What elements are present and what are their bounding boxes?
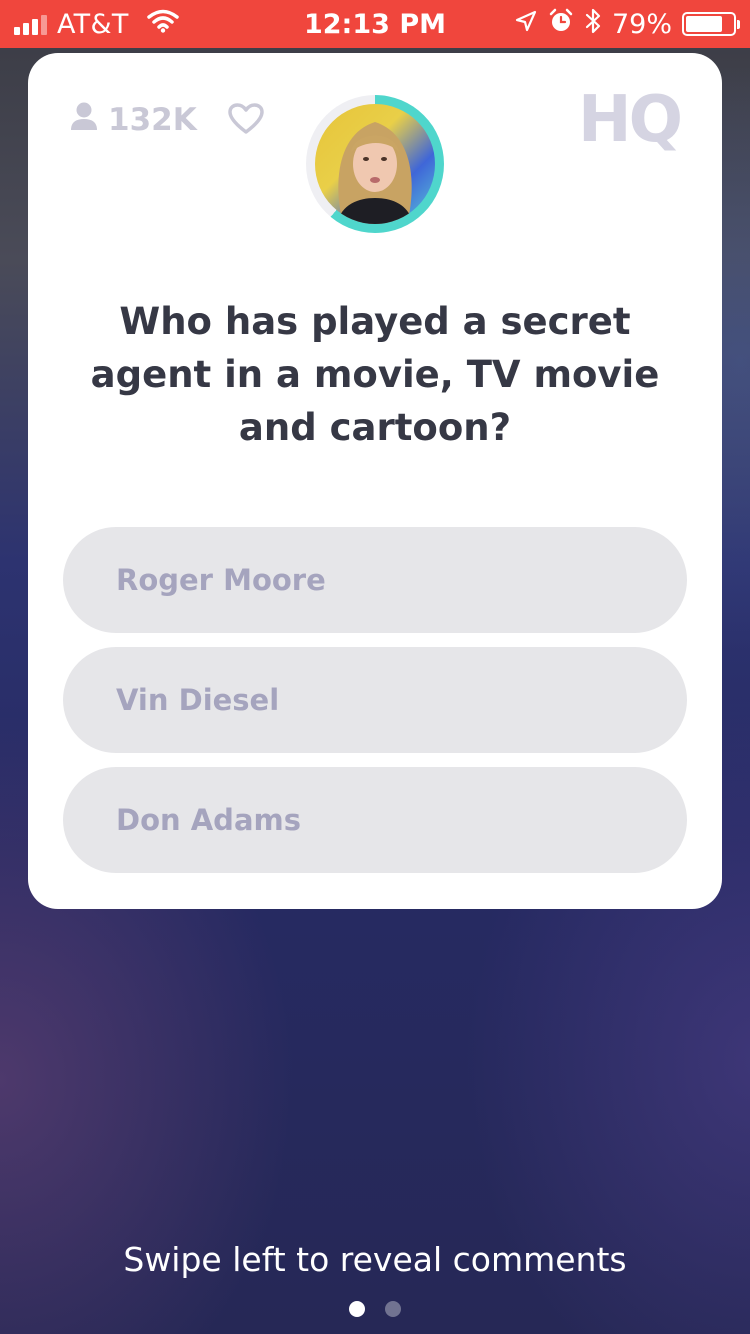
question-text: Who has played a secret agent in a movie… <box>90 300 660 449</box>
status-right: 79% <box>514 0 740 48</box>
host-avatar <box>315 104 435 224</box>
person-icon <box>70 101 98 139</box>
alarm-icon <box>548 8 574 41</box>
countdown-timer-ring <box>306 95 444 233</box>
page-dot-1[interactable] <box>349 1301 365 1317</box>
viewer-count-value: 132K <box>108 102 197 138</box>
page-indicator[interactable] <box>0 1301 750 1317</box>
location-arrow-icon <box>514 9 538 40</box>
answer-label: Roger Moore <box>116 563 326 597</box>
viewer-count: 132K <box>70 101 197 139</box>
battery-icon <box>682 12 740 36</box>
carrier-name: AT&T <box>57 8 129 40</box>
bluetooth-icon <box>584 7 602 42</box>
status-bar: AT&T 12:13 PM 79% <box>0 0 750 48</box>
answer-option-1[interactable]: Roger Moore <box>63 527 687 633</box>
answer-label: Vin Diesel <box>116 683 280 717</box>
answer-option-2[interactable]: Vin Diesel <box>63 647 687 753</box>
hq-logo: HQ <box>578 83 683 157</box>
answer-option-3[interactable]: Don Adams <box>63 767 687 873</box>
heart-icon[interactable] <box>228 103 264 139</box>
page-dot-2[interactable] <box>385 1301 401 1317</box>
battery-level <box>686 16 723 32</box>
battery-percent: 79% <box>611 8 672 40</box>
status-left: AT&T <box>14 0 179 48</box>
wifi-icon <box>146 9 179 40</box>
question-card: 132K HQ Who has played a secret agent in… <box>28 53 722 909</box>
answer-label: Don Adams <box>116 803 301 837</box>
signal-icon <box>14 13 47 35</box>
swipe-hint: Swipe left to reveal comments <box>123 1240 627 1279</box>
